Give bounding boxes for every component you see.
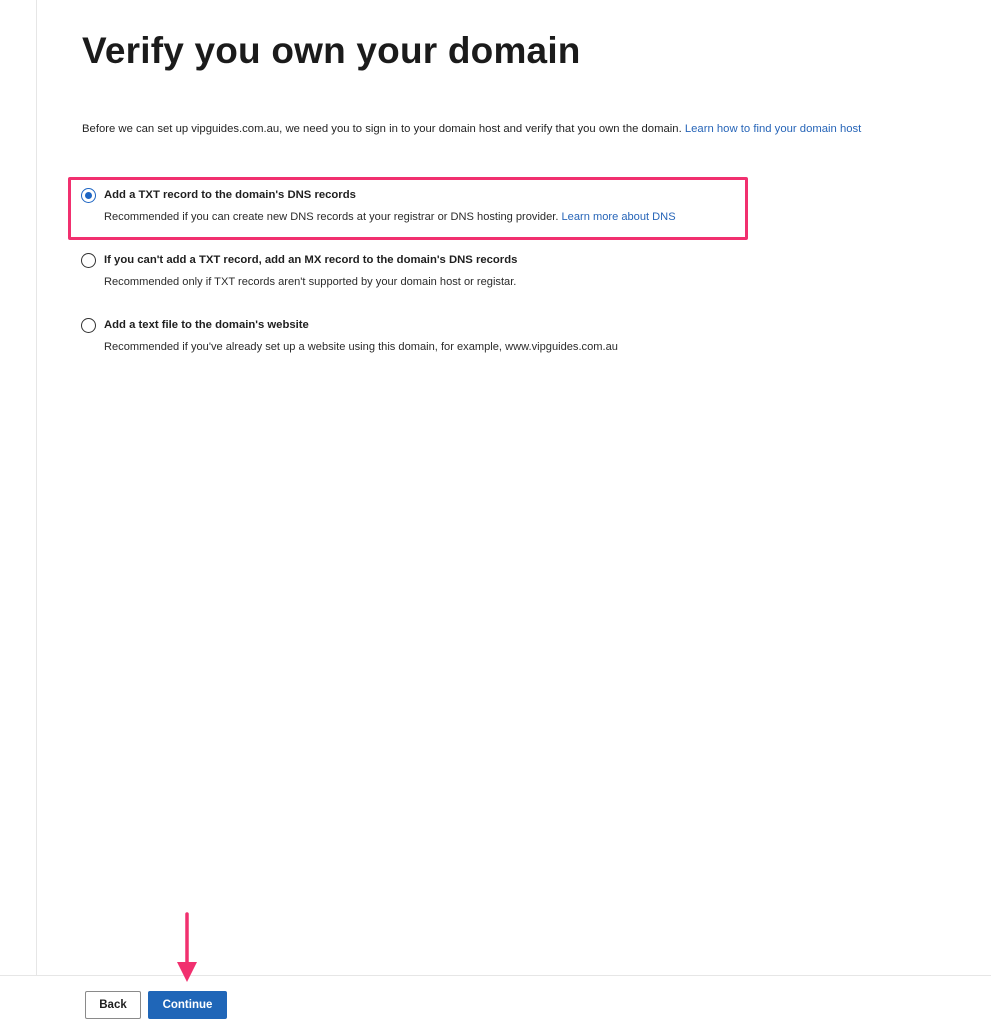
page-title: Verify you own your domain [82,30,581,71]
annotation-highlight-box [68,177,748,240]
option-text-file-label[interactable]: Add a text file to the domain's website [104,319,309,331]
option-mx-record-description: Recommended only if TXT records aren't s… [104,276,517,288]
continue-button[interactable]: Continue [148,991,227,1019]
option-text-file-description: Recommended if you've already set up a w… [104,341,618,353]
page: Verify you own your domain Before we can… [0,0,991,1024]
option-mx-record-label[interactable]: If you can't add a TXT record, add an MX… [104,254,517,266]
mx-record-radio[interactable] [81,253,96,268]
back-button[interactable]: Back [85,991,141,1019]
intro-text: Before we can set up vipguides.com.au, w… [82,122,861,136]
intro-text-body: Before we can set up vipguides.com.au, w… [82,123,685,135]
find-domain-host-link[interactable]: Learn how to find your domain host [685,123,861,135]
text-file-radio[interactable] [81,318,96,333]
left-divider [36,0,37,975]
arrow-down-icon [177,912,197,982]
footer-divider [0,975,991,976]
